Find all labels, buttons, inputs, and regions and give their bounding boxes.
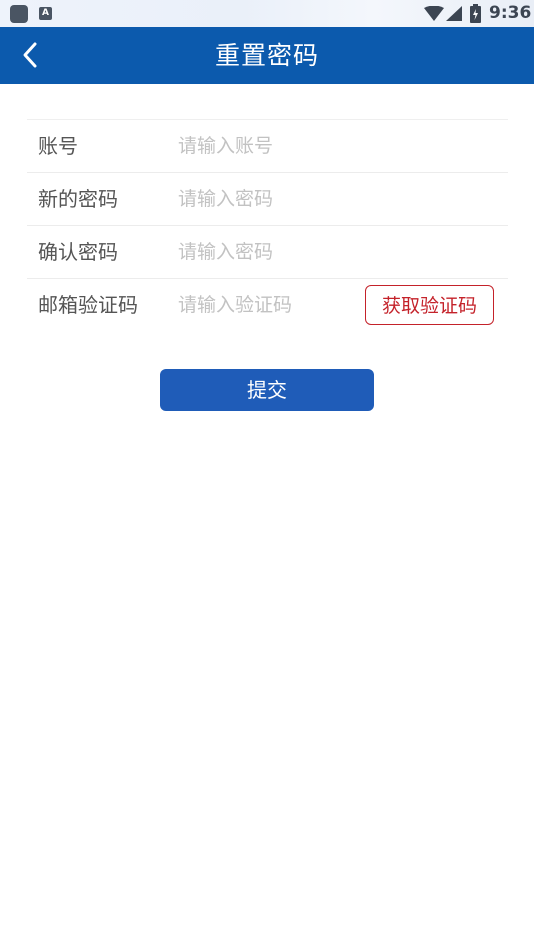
notification-icon: A xyxy=(39,7,52,20)
back-button[interactable] xyxy=(8,33,52,77)
status-time: 9:36 xyxy=(489,3,532,23)
confirm-password-label: 确认密码 xyxy=(38,240,118,264)
confirm-password-input[interactable] xyxy=(178,237,378,267)
signal-icon xyxy=(446,6,462,21)
email-code-input[interactable] xyxy=(178,290,348,320)
new-password-row: 新的密码 xyxy=(27,173,508,226)
email-code-label: 邮箱验证码 xyxy=(38,293,138,317)
account-input[interactable] xyxy=(178,131,378,161)
app-icon xyxy=(10,5,28,23)
chevron-left-icon xyxy=(23,42,37,68)
account-label: 账号 xyxy=(38,134,78,158)
app-header: 重置密码 xyxy=(0,27,534,84)
confirm-password-row: 确认密码 xyxy=(27,226,508,279)
new-password-input[interactable] xyxy=(178,184,378,214)
submit-button[interactable]: 提交 xyxy=(160,369,374,411)
wifi-icon xyxy=(424,6,444,21)
new-password-label: 新的密码 xyxy=(38,187,118,211)
page-title: 重置密码 xyxy=(214,41,319,70)
battery-icon xyxy=(470,4,481,23)
email-code-row: 邮箱验证码 获取验证码 xyxy=(27,279,508,331)
reset-password-form: 账号 新的密码 确认密码 邮箱验证码 获取验证码 xyxy=(27,119,508,331)
get-code-button[interactable]: 获取验证码 xyxy=(365,285,494,325)
account-row: 账号 xyxy=(27,120,508,173)
status-bar: A 9:36 xyxy=(0,0,534,27)
